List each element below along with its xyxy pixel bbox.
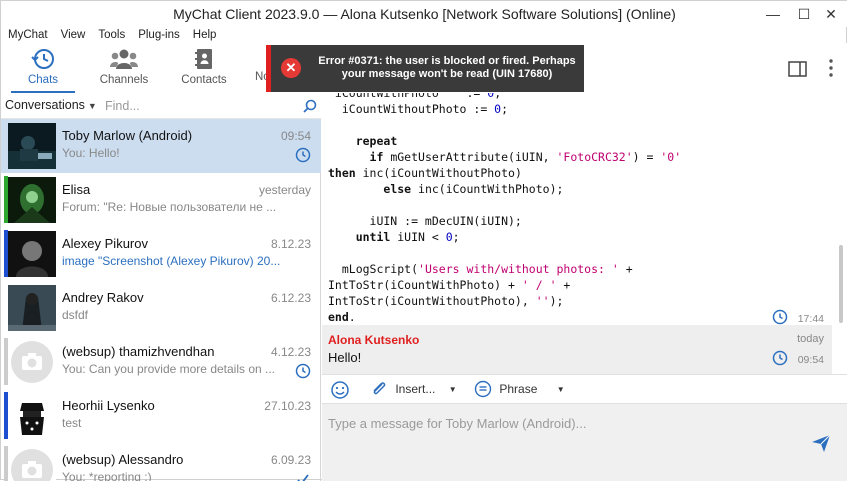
insert-dropdown-icon[interactable]: ▼ — [449, 385, 457, 394]
window-title: MyChat Client 2023.9.0 — Alona Kutsenko … — [173, 6, 676, 22]
conversation-name: Alexey Pikurov — [62, 236, 148, 251]
maximize-button[interactable]: ☐ — [789, 4, 819, 24]
insert-label: Insert... — [395, 382, 436, 396]
conversation-item[interactable]: Alexey Pikurov image "Screenshot (Alexey… — [1, 227, 321, 281]
menu-mychat[interactable]: MyChat — [8, 29, 48, 41]
conversations-bar: Conversations ▼ — [1, 93, 321, 119]
conversation-date: 6.09.23 — [270, 453, 311, 467]
menu-tools[interactable]: Tools — [98, 29, 125, 41]
menu-help[interactable]: Help — [193, 29, 217, 41]
clock-icon — [295, 147, 311, 163]
error-icon: ✕ — [281, 58, 301, 78]
message-sender: Alona Kutsenko — [328, 333, 420, 347]
conversation-preview: image "Screenshot (Alexey Pikurov) 20... — [62, 254, 281, 268]
message-time: 17:44 — [797, 313, 824, 325]
clock-icon — [295, 363, 311, 379]
chat-message: Alona Kutsenko Hello! today 09:54 — [322, 325, 832, 374]
conversation-preview: dsfdf — [62, 308, 89, 322]
tab-chats[interactable]: Chats — [3, 43, 83, 93]
conversation-item[interactable]: Toby Marlow (Android) You: Hello! 09:54 — [1, 119, 321, 173]
avatar — [8, 123, 56, 169]
message-input[interactable] — [328, 416, 798, 431]
conversation-name: Elisa — [62, 182, 91, 197]
menu-plugins[interactable]: Plug-ins — [138, 29, 180, 41]
conversation-date: 09:54 — [280, 129, 311, 143]
insert-button[interactable]: Insert... ▼ — [370, 380, 457, 398]
close-button[interactable]: ✕ — [816, 4, 846, 24]
minimize-button[interactable]: — — [758, 4, 788, 24]
menu-bar: MyChat View Tools Plug-ins Help — [1, 27, 222, 43]
conversation-date: 4.12.23 — [270, 345, 311, 359]
conversation-item[interactable]: (websup) Alessandro You: *reporting :) 6… — [1, 443, 321, 481]
phrase-button[interactable]: Phrase ▼ — [474, 380, 565, 398]
conversation-name: Heorhii Lysenko — [62, 398, 155, 413]
send-icon[interactable] — [810, 432, 832, 454]
find-input[interactable] — [105, 97, 295, 115]
avatar — [8, 339, 56, 385]
conversation-name: Toby Marlow (Android) — [62, 128, 193, 143]
app-window: MyChat Client 2023.9.0 — Alona Kutsenko … — [0, 0, 847, 481]
message-day: today — [797, 333, 824, 345]
conversation-name: (websup) thamizhvendhan — [62, 344, 215, 359]
tab-chats-label: Chats — [27, 74, 59, 86]
conversation-preview: Forum: "Re: Новые пользователи не ... — [62, 200, 277, 214]
panel-toggle-icon[interactable] — [787, 59, 809, 79]
conversation-item[interactable]: Elisa Forum: "Re: Новые пользователи не … — [1, 173, 321, 227]
tab-channels-label: Channels — [99, 74, 149, 86]
chat-scrollbar[interactable] — [839, 245, 843, 323]
conversation-item[interactable]: Heorhii Lysenko test 27.10.23 — [1, 389, 321, 443]
clock-icon — [772, 350, 788, 366]
avatar — [8, 231, 56, 277]
chat-history: iCountWithPhoto := 0; iCountWithoutPhoto… — [322, 93, 847, 374]
contacts-book-icon — [195, 49, 212, 69]
avatar — [8, 393, 56, 439]
conversation-name: Andrey Rakov — [62, 290, 144, 305]
conversation-date: 27.10.23 — [264, 399, 311, 413]
code-message: iCountWithPhoto := 0; iCountWithoutPhoto… — [328, 93, 682, 324]
menu-view[interactable]: View — [61, 29, 86, 41]
phrase-dropdown-icon[interactable]: ▼ — [557, 385, 565, 394]
conversation-date: 6.12.23 — [270, 291, 311, 305]
group-icon — [110, 49, 138, 69]
title-bar: MyChat Client 2023.9.0 — Alona Kutsenko … — [1, 1, 847, 27]
message-time: 09:54 — [797, 354, 824, 366]
chevron-down-icon: ▼ — [87, 101, 97, 111]
tab-channels[interactable]: Channels — [84, 43, 164, 93]
conversations-dropdown-label: Conversations — [5, 98, 85, 112]
phrase-label: Phrase — [499, 382, 538, 396]
tab-contacts-label: Contacts — [181, 74, 227, 86]
paperclip-icon — [373, 382, 386, 395]
conversations-dropdown[interactable]: Conversations ▼ — [5, 98, 97, 112]
conversation-date: 8.12.23 — [270, 237, 311, 251]
clock-icon — [772, 309, 788, 325]
emoji-icon[interactable] — [330, 380, 350, 400]
conversation-preview: You: Hello! — [62, 146, 120, 160]
message-text: Hello! — [328, 350, 362, 365]
conversation-item[interactable]: Andrey Rakov dsfdf 6.12.23 — [1, 281, 321, 335]
tab-contacts[interactable]: Contacts — [164, 43, 244, 93]
speech-bubble-icon — [474, 380, 492, 398]
conversation-name: (websup) Alessandro — [62, 452, 184, 467]
search-icon[interactable] — [303, 99, 317, 113]
conversation-list: Toby Marlow (Android) You: Hello! 09:54 … — [1, 119, 321, 481]
conversation-preview: You: *reporting :) — [62, 470, 152, 481]
error-text: Error #0371: the user is blocked or fire… — [318, 55, 576, 80]
conversations-panel: Conversations▼ Toby Marlow (Android) You… — [1, 93, 321, 481]
conversation-date: yesterday — [258, 183, 311, 197]
avatar — [8, 447, 56, 481]
avatar — [8, 285, 56, 331]
compose-toolbar: Insert... ▼ Phrase ▼ — [322, 374, 847, 404]
more-options-icon[interactable] — [823, 57, 839, 79]
conversation-item[interactable]: (websup) thamizhvendhan You: Can you pro… — [1, 335, 321, 389]
conversation-preview: You: Can you provide more details on ... — [62, 362, 276, 376]
error-notification[interactable]: ✕ Error #0371: the user is blocked or fi… — [266, 45, 584, 92]
conversation-preview: test — [62, 416, 82, 430]
compose-area — [322, 404, 847, 481]
history-icon — [31, 49, 54, 69]
avatar — [8, 177, 56, 223]
